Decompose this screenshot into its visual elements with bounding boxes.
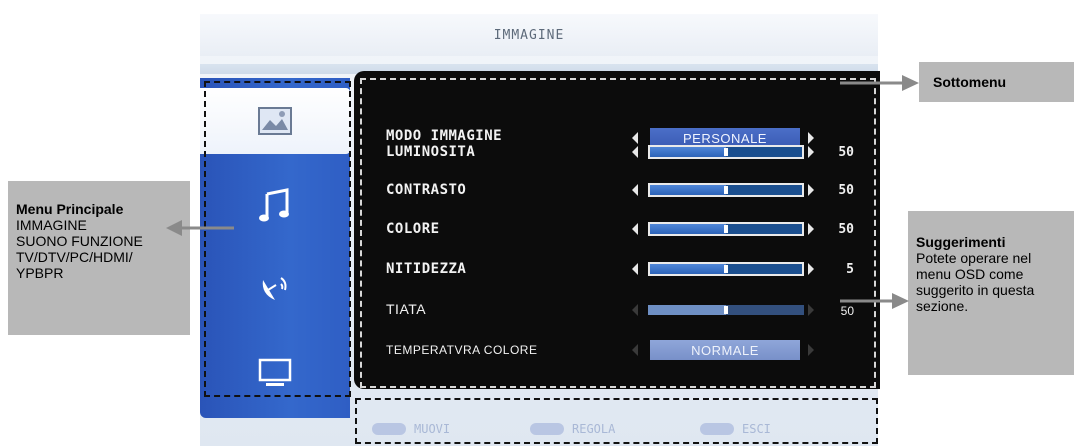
- menu-principale-line: SUONO FUNZIONE: [16, 233, 143, 249]
- suggerimenti-line: suggerito in questa: [916, 282, 1035, 298]
- hint-highlight-frame: [355, 398, 878, 444]
- suggerimenti-heading: Suggerimenti: [916, 234, 1006, 250]
- exit-key-icon: [700, 423, 734, 435]
- suggerimenti-callout: Suggerimenti Potete operare nel menu OSD…: [908, 211, 1074, 375]
- hint-muovi-label: MUOVI: [414, 422, 451, 436]
- suggerimenti-line: Potete operare nel: [916, 250, 1032, 266]
- sidebar-highlight-frame: [204, 81, 351, 397]
- menu-principale-line: IMMAGINE: [16, 217, 87, 233]
- hint-esci-label: ESCI: [742, 422, 771, 436]
- hint-esci: ESCI: [700, 422, 771, 436]
- move-key-icon: [372, 423, 406, 435]
- adjust-key-icon: [530, 423, 564, 435]
- menu-principale-callout: Menu Principale IMMAGINE SUONO FUNZIONE …: [8, 181, 190, 335]
- osd-title: IMMAGINE: [493, 27, 565, 43]
- submenu-highlight-frame: [360, 78, 876, 388]
- menu-principale-line: TV/DTV/PC/HDMI/: [16, 249, 133, 265]
- hint-regola-label: REGOLA: [572, 422, 616, 436]
- menu-principale-line: YPBPR: [16, 265, 64, 281]
- suggerimenti-line: sezione.: [916, 298, 969, 314]
- hint-regola: REGOLA: [530, 422, 615, 436]
- osd-titlebar: IMMAGINE: [200, 14, 878, 56]
- suggerimenti-line: menu OSD come: [916, 266, 1024, 282]
- sottomenu-callout: Sottomenu: [919, 62, 1074, 102]
- hint-muovi: MUOVI: [372, 422, 450, 436]
- menu-principale-heading: Menu Principale: [16, 201, 124, 217]
